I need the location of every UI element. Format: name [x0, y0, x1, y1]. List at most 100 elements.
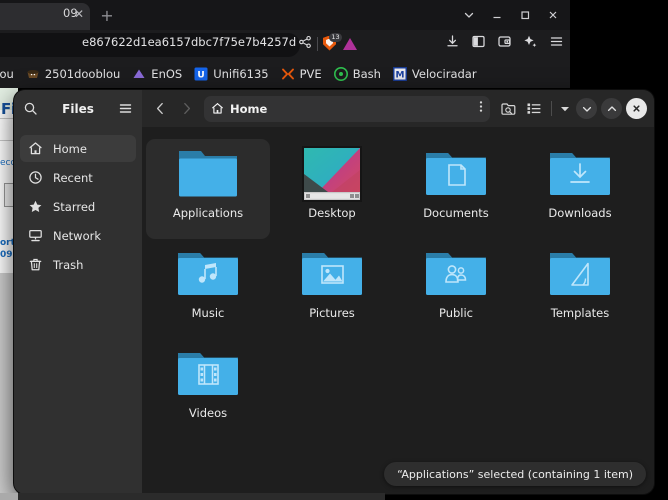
tab-strip: 09 ✕ + [0, 0, 570, 30]
share-icon[interactable] [298, 34, 312, 53]
forward-button[interactable] [175, 97, 197, 121]
sidebar-item-starred[interactable]: Starred [20, 193, 136, 220]
videos-folder-icon [173, 345, 243, 403]
header-divider [551, 101, 552, 116]
file-item-label: Documents [423, 206, 489, 220]
files-body: Home Recent Starred Network Trash Applicatio… [14, 127, 654, 494]
file-item-applications[interactable]: Applications [146, 139, 270, 239]
files-header: Files Home [14, 90, 654, 127]
sidebar: Home Recent Starred Network Trash [14, 127, 142, 494]
file-item-public[interactable]: Public [394, 239, 518, 339]
download-icon[interactable] [445, 34, 460, 49]
file-item-desktop[interactable]: Desktop [270, 139, 394, 239]
bookmark-label: Bash [352, 66, 381, 81]
home-icon [28, 141, 43, 156]
bookmark-2501dooblou[interactable]: 2501dooblou [20, 59, 126, 88]
sidebar-item-trash[interactable]: Trash [20, 251, 136, 278]
leo-ai-icon[interactable] [523, 34, 538, 49]
maximize-icon[interactable] [512, 3, 538, 27]
brave-shield-icon[interactable]: 13 [323, 32, 342, 52]
wallet-icon[interactable] [497, 34, 512, 49]
bookmark-35dooblou[interactable]: 35dooblou [0, 59, 20, 88]
download-folder-icon [545, 145, 615, 203]
bookmark-velociradar[interactable]: M Velociradar [387, 59, 483, 88]
home-icon [211, 102, 224, 115]
path-bar[interactable]: Home [204, 95, 490, 122]
file-item-documents[interactable]: Documents [394, 139, 518, 239]
path-label: Home [230, 101, 268, 116]
file-item-templates[interactable]: Templates [518, 239, 642, 339]
list-view-icon[interactable] [523, 97, 545, 121]
file-item-label: Applications [172, 206, 244, 220]
maximize-button[interactable] [601, 98, 622, 119]
page-text-fragment-3: 09 [0, 250, 13, 260]
favicon-proxmox-orange-icon [281, 67, 295, 81]
favicon-brown-icon [26, 67, 40, 81]
pictures-folder-icon [297, 245, 367, 303]
sidebar-item-label: Starred [53, 199, 96, 214]
file-item-downloads[interactable]: Downloads [518, 139, 642, 239]
file-item-videos[interactable]: Videos [146, 339, 270, 439]
bookmark-pve[interactable]: PVE [275, 59, 328, 88]
sidebar-item-home[interactable]: Home [20, 135, 136, 162]
svg-text:M: M [395, 70, 404, 80]
bookmark-label: Velociradar [411, 66, 477, 81]
chevron-down-icon[interactable] [456, 3, 482, 27]
file-item-label: Pictures [309, 306, 355, 320]
sidebar-item-label: Trash [53, 257, 84, 272]
minimize-button[interactable] [576, 98, 597, 119]
bookmark-unifi6135[interactable]: U Unifi6135 [188, 59, 274, 88]
window-controls [456, 3, 566, 27]
background-scroll-thumb [0, 493, 18, 500]
close-icon[interactable] [540, 3, 566, 27]
favicon-m-blue-icon: M [393, 66, 407, 81]
sidebar-item-network[interactable]: Network [20, 222, 136, 249]
files-header-left: Files [14, 90, 142, 127]
url-text[interactable]: e867622d1ea6157dbc7f75e7b4257d [82, 35, 296, 49]
folder-search-icon[interactable] [497, 97, 519, 121]
screen: Fi ecc ort: 09 09 ✕ + e867622d1ea6157dbc… [0, 0, 668, 500]
shield-block-count: 13 [329, 32, 342, 42]
bookmark-enos[interactable]: EnOS [126, 59, 188, 88]
new-tab-button[interactable]: + [98, 7, 116, 25]
browser-toolbar-icons [445, 34, 564, 49]
music-folder-icon [173, 245, 243, 303]
favicon-unifi-blue-icon: U [194, 67, 208, 81]
file-item-label: Templates [550, 306, 610, 320]
sidebar-item-label: Recent [53, 170, 93, 185]
triangle-extension-icon[interactable] [343, 37, 357, 50]
omnibox-divider [317, 36, 318, 51]
sidebar-icon[interactable] [471, 34, 486, 49]
file-item-label: Music [191, 306, 225, 320]
close-icon[interactable]: ✕ [72, 7, 86, 21]
public-folder-icon [421, 245, 491, 303]
file-item-label: Videos [188, 406, 228, 420]
hamburger-menu-icon[interactable] [118, 101, 133, 116]
file-item-label: Desktop [308, 206, 356, 220]
files-window: Files Home Home Recent Starred Network T… [14, 90, 654, 494]
bookmarks-bar: 35dooblou 2501dooblou EnOS U Unifi6135 PVE Bas… [0, 59, 570, 88]
search-icon[interactable] [23, 101, 38, 116]
hamburger-menu-icon[interactable] [549, 34, 564, 49]
caret-down-icon[interactable] [558, 97, 572, 121]
navigation-bar: e867622d1ea6157dbc7f75e7b4257d 13 [0, 30, 570, 59]
back-button[interactable] [149, 97, 171, 121]
file-grid-area[interactable]: Applications Desktop Documents Downloads Mus… [142, 127, 654, 494]
sidebar-item-label: Home [53, 141, 87, 156]
close-button[interactable] [626, 98, 647, 119]
favicon-triangle-purple-icon [132, 67, 146, 81]
browser-window: 09 ✕ + e867622d1ea6157dbc7f75e7b4257d 13… [0, 0, 570, 88]
plain-folder-icon [173, 145, 243, 203]
vertical-dots-icon[interactable] [479, 99, 483, 118]
file-item-pictures[interactable]: Pictures [270, 239, 394, 339]
sidebar-item-recent[interactable]: Recent [20, 164, 136, 191]
bookmark-bash[interactable]: Bash [328, 59, 387, 88]
sidebar-item-label: Network [53, 228, 102, 243]
favicon-green-circle-icon [333, 66, 348, 81]
trash-icon [28, 257, 43, 272]
svg-text:U: U [198, 70, 205, 80]
minimize-icon[interactable] [484, 3, 510, 27]
file-item-label: Public [438, 306, 474, 320]
bookmark-label: 35dooblou [0, 66, 14, 81]
file-item-music[interactable]: Music [146, 239, 270, 339]
